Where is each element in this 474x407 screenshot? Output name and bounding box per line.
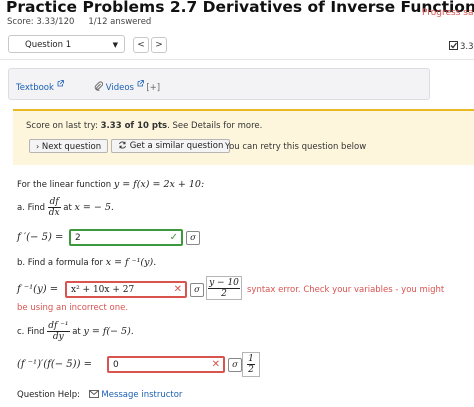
divider (0, 59, 474, 60)
paperclip-icon (94, 81, 103, 91)
similar-question-label: Get a similar question (129, 141, 224, 151)
part-c-answer-input[interactable]: 0 ✕ (107, 356, 225, 373)
last-try-notice (13, 109, 474, 165)
part-c-num: df ⁻¹ (48, 321, 69, 331)
part-a-prompt: a. Find df dx at x = − 5. (17, 197, 114, 218)
sigma-icon: σ (194, 285, 200, 295)
error-x-icon: ✕ (173, 284, 182, 295)
preview-button[interactable]: σ (228, 358, 242, 372)
syntax-error-line-1: syntax error. Check your variables - you… (247, 285, 445, 295)
checkbox-icon (449, 41, 458, 50)
question-select[interactable]: Question 1 ▼ (8, 35, 125, 53)
part-c-den: dy (47, 331, 70, 342)
checkmark-icon: ✓ (169, 232, 178, 243)
score-text: Score: 3.33/120 (7, 17, 75, 27)
chevron-right-icon: > (155, 40, 163, 50)
textbook-link[interactable]: Textbook (16, 80, 64, 93)
progress-status: Progress save (422, 8, 474, 18)
videos-link[interactable]: Videos [+] (94, 80, 160, 93)
part-b-preview-num: y − 10 (209, 278, 239, 288)
part-c-answer-value: 0 (113, 360, 119, 370)
part-a-label: a. Find (17, 203, 46, 213)
part-a-fraction: df dx (47, 197, 61, 218)
part-c-preview-num: 1 (248, 354, 254, 364)
part-b-answer-value: x² + 10x + 27 (71, 285, 135, 295)
refresh-icon (119, 141, 126, 149)
intro-text: For the linear function (17, 180, 112, 190)
part-c-fraction: df ⁻¹ dy (47, 321, 70, 342)
chevron-left-icon: < (137, 40, 145, 50)
part-a-condition: x = − 5. (74, 202, 114, 213)
question-help: Question Help: Message instructor (17, 390, 182, 400)
retry-message: You can retry this question below (225, 142, 367, 152)
next-question-label: Next question (41, 142, 102, 152)
question-score-badge: 3.33 (449, 41, 474, 52)
preview-button[interactable]: σ (190, 283, 204, 297)
answered-count: 1/12 answered (88, 17, 152, 27)
error-x-icon: ✕ (211, 359, 220, 370)
part-c-preview-fraction: 12 (247, 354, 255, 375)
videos-expand-toggle[interactable]: [+] (146, 83, 160, 93)
part-b-preview-den: 2 (208, 288, 240, 299)
part-a-at: at (63, 203, 72, 213)
page-title: Practice Problems 2.7 Derivatives of Inv… (6, 0, 474, 16)
problem-intro: For the linear function y = f(x) = 2x + … (17, 179, 204, 190)
part-c-condition: y = f(− 5). (83, 326, 134, 337)
resources-bar (8, 68, 430, 100)
external-link-icon (137, 80, 144, 87)
part-c-preview-den: 2 (247, 364, 255, 375)
part-c-label: c. Find (17, 327, 45, 337)
question-help-label: Question Help: (17, 390, 80, 400)
envelope-icon (88, 390, 99, 398)
part-b-preview-fraction: y − 10 2 (208, 278, 240, 299)
external-link-icon (57, 80, 64, 87)
sigma-icon: σ (232, 360, 238, 370)
message-instructor-label: Message instructor (101, 390, 183, 400)
question-select-value: Question 1 (25, 40, 72, 50)
similar-question-button[interactable]: Get a similar question (111, 139, 231, 153)
previous-question-button[interactable]: < (133, 37, 149, 53)
part-a-num: df (49, 197, 59, 207)
message-instructor-link[interactable]: Message instructor (88, 390, 183, 400)
part-c-lhs: (f ⁻¹)′(f(− 5)) = (17, 359, 93, 370)
preview-button[interactable]: σ (186, 231, 200, 245)
part-c-preview: 12 (242, 352, 260, 377)
sigma-icon: σ (190, 233, 196, 243)
question-score-value: 3.33 (460, 42, 474, 52)
score-summary: Score: 3.33/120 1/12 answered (7, 17, 151, 27)
part-a-answer-input[interactable]: 2 ✓ (69, 229, 183, 246)
part-b-prompt: b. Find a formula for x = f ⁻¹(y). (17, 257, 156, 268)
part-b-preview: y − 10 2 (206, 276, 242, 300)
part-a-den: dx (47, 207, 61, 218)
caret-down-icon: ▼ (112, 41, 118, 49)
videos-label: Videos (105, 83, 134, 93)
textbook-label: Textbook (16, 83, 54, 93)
last-try-value: 3.33 of 10 pts (100, 121, 168, 131)
part-c-prompt: c. Find df ⁻¹ dy at y = f(− 5). (17, 321, 134, 342)
part-a-lhs: f ′(− 5) = (17, 232, 64, 243)
part-b-expression: x = f ⁻¹(y). (105, 257, 157, 268)
last-try-score: Score on last try: 3.33 of 10 pts. See D… (26, 121, 262, 131)
next-question-arrow-button[interactable]: > (151, 37, 167, 53)
part-c-at: at (72, 327, 81, 337)
chevron-right-small-icon: › (36, 142, 40, 151)
intro-function: y = f(x) = 2x + 10: (113, 179, 205, 190)
part-a-answer-value: 2 (75, 233, 81, 243)
part-b-answer-input[interactable]: x² + 10x + 27 ✕ (65, 281, 187, 298)
syntax-error-line-2: be using an incorrect one. (17, 303, 129, 313)
last-try-suffix: . See Details for more. (167, 121, 263, 131)
next-question-button[interactable]: › Next question (29, 139, 109, 153)
last-try-prefix: Score on last try: (26, 121, 101, 131)
part-b-label: b. Find a formula for (17, 258, 103, 268)
part-b-lhs: f ⁻¹(y) = (17, 284, 59, 295)
